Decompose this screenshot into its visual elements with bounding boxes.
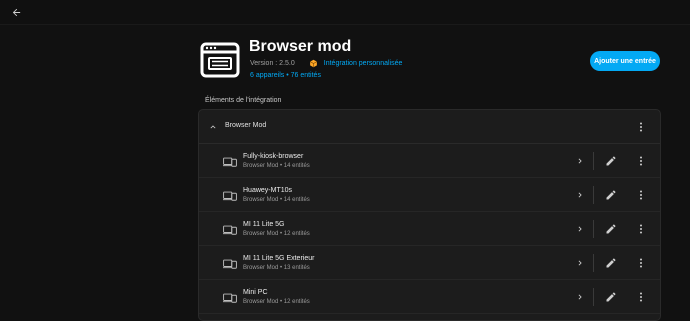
dots-vertical-icon bbox=[640, 224, 642, 234]
device-row[interactable]: Mini PC Browser Mod • 12 entités bbox=[199, 280, 660, 314]
meta-row: Version : 2.5.0 Intégration personnalisé… bbox=[250, 59, 402, 68]
browser-window-icon bbox=[200, 42, 240, 78]
group-menu-button[interactable] bbox=[636, 120, 646, 134]
group-header[interactable]: Browser Mod bbox=[199, 110, 660, 144]
device-subtitle: Browser Mod • 12 entités bbox=[243, 231, 310, 237]
dots-vertical-icon bbox=[640, 258, 642, 268]
device-row[interactable]: MI 11 Lite 5G Exterieur Browser Mod • 13… bbox=[199, 246, 660, 280]
integration-entries-card: Browser Mod Fully-kiosk-browser Browser … bbox=[198, 109, 661, 321]
row-menu-button[interactable] bbox=[636, 290, 646, 304]
chevron-up-icon[interactable] bbox=[208, 122, 218, 132]
chevron-right-icon[interactable] bbox=[575, 291, 585, 303]
add-entry-button[interactable]: Ajouter une entrée bbox=[590, 51, 660, 71]
section-title: Éléments de l'intégration bbox=[205, 97, 282, 104]
row-menu-button[interactable] bbox=[636, 188, 646, 202]
custom-integration-link[interactable]: Intégration personnalisée bbox=[324, 60, 403, 67]
devices-icon bbox=[223, 157, 237, 167]
row-divider bbox=[593, 288, 594, 306]
dots-vertical-icon bbox=[640, 122, 642, 132]
devices-icon bbox=[223, 293, 237, 303]
pencil-icon[interactable] bbox=[605, 291, 617, 303]
pencil-icon[interactable] bbox=[605, 223, 617, 235]
device-row[interactable]: Huawey-MT10s Browser Mod • 14 entités bbox=[199, 178, 660, 212]
chevron-right-icon[interactable] bbox=[575, 257, 585, 269]
page-title: Browser mod bbox=[249, 38, 352, 55]
dots-vertical-icon bbox=[640, 156, 642, 166]
group-label: Browser Mod bbox=[225, 122, 267, 129]
version-label: Version : 2.5.0 bbox=[250, 60, 295, 67]
chevron-right-icon[interactable] bbox=[575, 223, 585, 235]
devices-icon bbox=[223, 259, 237, 269]
arrow-left-icon bbox=[12, 8, 20, 16]
device-name: MI 11 Lite 5G Exterieur bbox=[243, 255, 315, 262]
device-subtitle: Browser Mod • 14 entités bbox=[243, 197, 310, 203]
device-name: MI 11 Lite 5G bbox=[243, 221, 285, 228]
device-row[interactable]: MI 11 Lite 5G Browser Mod • 12 entités bbox=[199, 212, 660, 246]
chevron-right-icon[interactable] bbox=[575, 155, 585, 167]
device-name: Huawey-MT10s bbox=[243, 187, 293, 194]
devices-icon bbox=[223, 225, 237, 235]
entities-link[interactable]: 76 entités bbox=[291, 72, 321, 79]
device-name: Mini PC bbox=[243, 289, 268, 296]
pencil-icon[interactable] bbox=[605, 189, 617, 201]
dots-vertical-icon bbox=[640, 292, 642, 302]
pencil-icon[interactable] bbox=[605, 257, 617, 269]
back-button[interactable] bbox=[9, 5, 23, 19]
row-divider bbox=[593, 152, 594, 170]
row-divider bbox=[593, 254, 594, 272]
row-menu-button[interactable] bbox=[636, 256, 646, 270]
row-menu-button[interactable] bbox=[636, 222, 646, 236]
pencil-icon[interactable] bbox=[605, 155, 617, 167]
row-menu-button[interactable] bbox=[636, 154, 646, 168]
devices-icon bbox=[223, 191, 237, 201]
dots-vertical-icon bbox=[640, 190, 642, 200]
device-name: Fully-kiosk-browser bbox=[243, 153, 304, 160]
counts-row: 6 appareils • 76 entités bbox=[250, 72, 321, 79]
device-row[interactable]: Fully-kiosk-browser Browser Mod • 14 ent… bbox=[199, 144, 660, 178]
row-divider bbox=[593, 186, 594, 204]
row-divider bbox=[593, 220, 594, 238]
chevron-right-icon[interactable] bbox=[575, 189, 585, 201]
top-bar bbox=[0, 0, 690, 25]
devices-link[interactable]: 6 appareils bbox=[250, 72, 284, 79]
package-icon bbox=[309, 59, 317, 68]
device-subtitle: Browser Mod • 14 entités bbox=[243, 163, 310, 169]
device-subtitle: Browser Mod • 13 entités bbox=[243, 265, 310, 271]
device-subtitle: Browser Mod • 12 entités bbox=[243, 299, 310, 305]
